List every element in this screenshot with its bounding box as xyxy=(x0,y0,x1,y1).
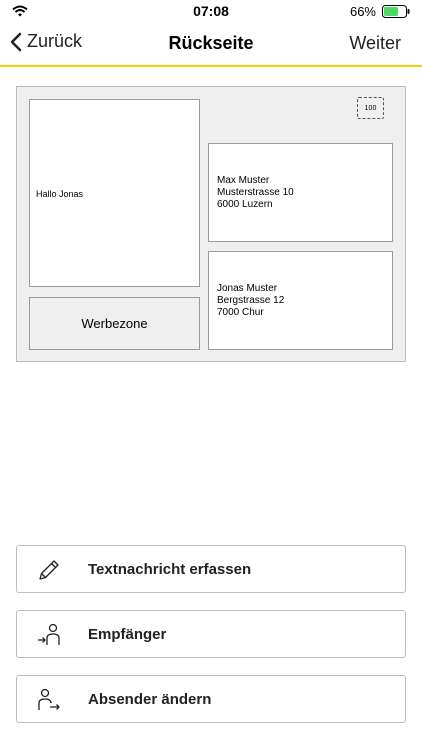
edit-text-message-button[interactable]: Textnachricht erfassen xyxy=(16,545,406,593)
next-button[interactable]: Weiter xyxy=(349,33,401,54)
change-sender-label: Absender ändern xyxy=(88,690,212,708)
sender-street: Musterstrasse 10 xyxy=(217,186,294,198)
back-button[interactable]: Zurück xyxy=(10,31,82,52)
back-label: Zurück xyxy=(27,31,83,51)
sender-icon xyxy=(35,686,63,714)
stamp-value: 100 xyxy=(364,104,377,112)
message-text: Hallo Jonas xyxy=(36,189,84,199)
recipient-address[interactable]: Jonas Muster Bergstrasse 12 7000 Chur xyxy=(208,251,393,350)
chevron-left-icon xyxy=(10,32,22,51)
recipient-icon xyxy=(35,621,63,649)
sender-address[interactable]: Max Muster Musterstrasse 10 6000 Luzern xyxy=(208,143,393,242)
ad-zone: Werbezone xyxy=(29,297,200,350)
recipient-button[interactable]: Empfänger xyxy=(16,610,406,658)
message-area[interactable]: Hallo Jonas xyxy=(29,99,200,287)
sender-name: Max Muster xyxy=(217,174,270,186)
battery-percent: 66% xyxy=(349,4,376,19)
battery-icon xyxy=(382,5,410,18)
change-sender-button[interactable]: Absender ändern xyxy=(16,675,406,723)
pencil-icon xyxy=(35,556,63,584)
recipient-city: 7000 Chur xyxy=(217,306,264,318)
edit-text-message-label: Textnachricht erfassen xyxy=(88,560,252,578)
navigation-bar: Zurück Rückseite Weiter xyxy=(0,22,422,64)
nav-accent-line xyxy=(0,65,422,67)
postcard-back-preview: Hallo Jonas Werbezone 100 Max Muster Mus… xyxy=(16,86,406,362)
status-bar: 07:08 66% xyxy=(0,0,422,22)
recipient-label: Empfänger xyxy=(88,625,167,643)
stamp-icon: 100 xyxy=(357,97,384,119)
recipient-name: Jonas Muster xyxy=(217,282,278,294)
recipient-street: Bergstrasse 12 xyxy=(217,294,285,306)
ad-zone-label: Werbezone xyxy=(81,315,148,331)
sender-city: 6000 Luzern xyxy=(217,198,273,210)
